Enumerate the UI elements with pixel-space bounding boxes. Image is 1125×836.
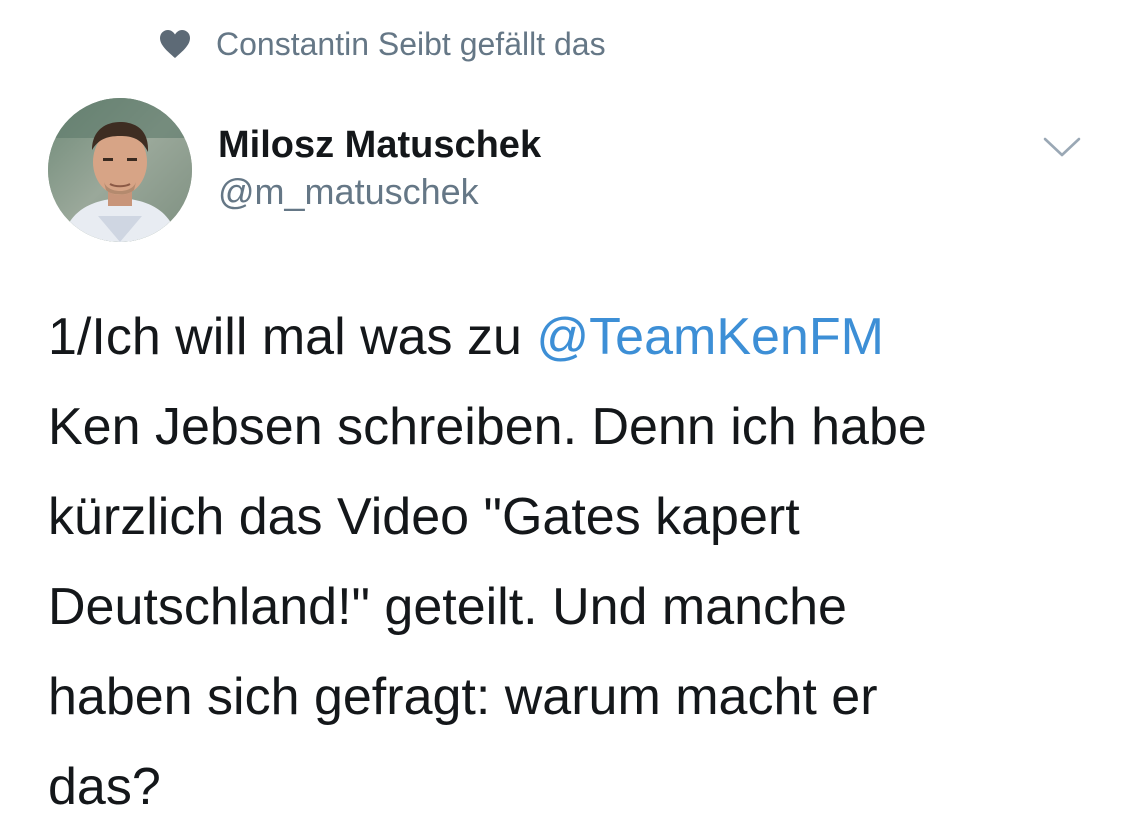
tweet-text: 1/Ich will mal was zu @TeamKenFM Ken Jeb… [48,292,1108,832]
mention-link[interactable]: @TeamKenFM [536,308,884,366]
social-context: Constantin Seibt gefällt das [158,20,606,68]
avatar-image [48,98,192,242]
avatar[interactable] [48,98,192,242]
chevron-down-icon[interactable] [1039,132,1085,162]
tweet-text-rest: Ken Jebsen schreiben. Denn ich habe kürz… [48,398,927,816]
social-context-text[interactable]: Constantin Seibt gefällt das [216,26,606,63]
heart-icon [158,27,192,61]
author-names: Milosz Matuschek @m_matuschek [218,122,541,216]
tweet-header: Milosz Matuschek @m_matuschek [48,98,1085,246]
author-display-name[interactable]: Milosz Matuschek [218,122,541,168]
tweet-text-start: 1/Ich will mal was zu [48,308,537,366]
author-handle[interactable]: @m_matuschek [218,168,541,216]
